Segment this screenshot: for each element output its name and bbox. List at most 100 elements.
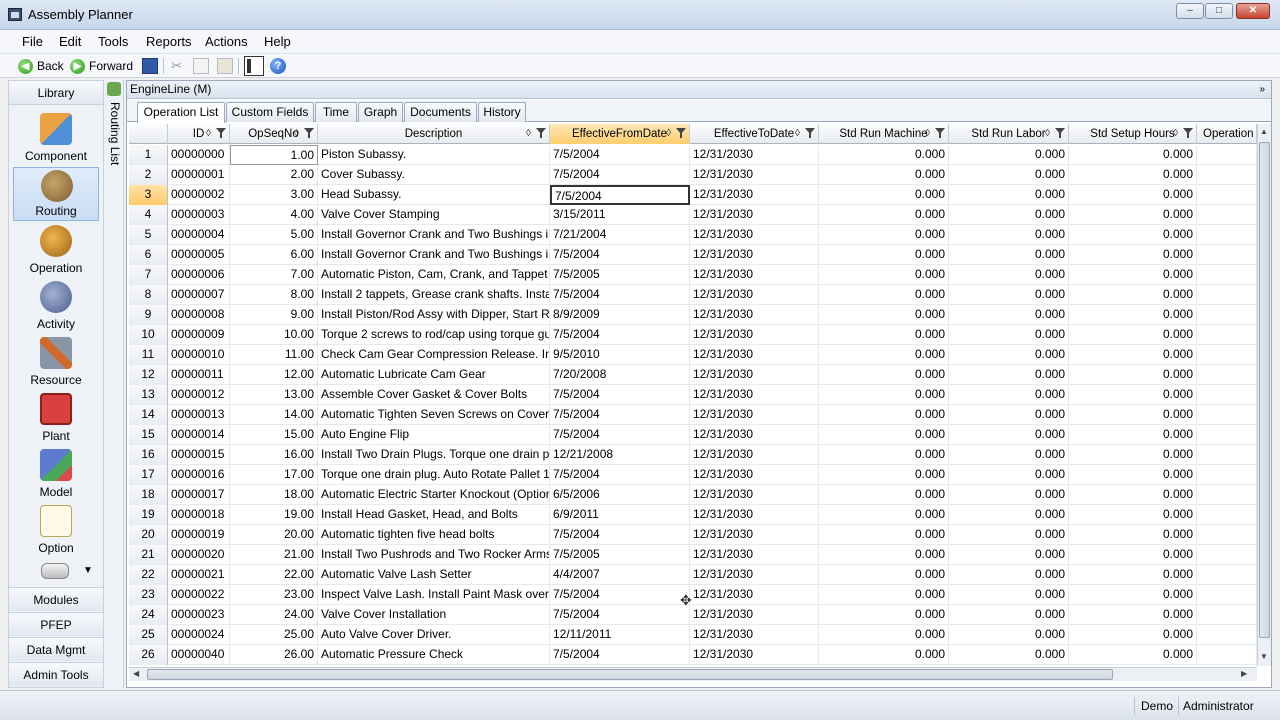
cut-icon[interactable]: ✂ <box>171 58 187 74</box>
menu-file[interactable]: File <box>22 34 43 49</box>
description-cell[interactable]: Automatic Valve Lash Setter <box>318 565 550 585</box>
operation-cell[interactable] <box>1197 265 1257 285</box>
operation-cell[interactable] <box>1197 545 1257 565</box>
table-row[interactable]: 6 00000005 6.00 Install Governor Crank and … <box>129 245 1257 265</box>
opseqno-cell[interactable]: 16.00 <box>230 445 318 465</box>
description-cell[interactable]: Automatic Tighten Seven Screws on Cover <box>318 405 550 425</box>
sort-icon[interactable]: ◊ <box>1045 124 1050 144</box>
std-run-labor-cell[interactable]: 0.000 <box>949 565 1069 585</box>
table-row[interactable]: 20 00000019 20.00 Automatic tighten five he… <box>129 525 1257 545</box>
description-cell[interactable]: Automatic Lubricate Cam Gear <box>318 365 550 385</box>
opseqno-cell[interactable]: 11.00 <box>230 345 318 365</box>
table-row[interactable]: 18 00000017 18.00 Automatic Electric Starte… <box>129 485 1257 505</box>
table-row[interactable]: 11 00000010 11.00 Check Cam Gear Compressio… <box>129 345 1257 365</box>
effective-to-cell[interactable]: 12/31/2030 <box>690 485 819 505</box>
std-setup-hours-cell[interactable]: 0.000 <box>1069 325 1197 345</box>
description-cell[interactable]: Automatic Piston, Cam, Crank, and Tappet… <box>318 265 550 285</box>
std-run-labor-cell[interactable]: 0.000 <box>949 385 1069 405</box>
effective-from-cell[interactable]: 7/5/2004 <box>550 165 690 185</box>
effective-to-cell[interactable]: 12/31/2030 <box>690 345 819 365</box>
std-run-labor-cell[interactable]: 0.000 <box>949 625 1069 645</box>
id-cell[interactable]: 00000011 <box>168 365 230 385</box>
operation-cell[interactable] <box>1197 365 1257 385</box>
id-cell[interactable]: 00000008 <box>168 305 230 325</box>
operation-cell[interactable] <box>1197 645 1257 665</box>
close-button[interactable]: ✕ <box>1236 3 1270 19</box>
opseqno-cell[interactable]: 15.00 <box>230 425 318 445</box>
effective-from-cell[interactable]: 7/5/2004 <box>550 465 690 485</box>
opseqno-cell[interactable]: 26.00 <box>230 645 318 665</box>
filter-icon[interactable] <box>935 128 945 138</box>
back-button[interactable]: ◀ Back <box>18 57 64 75</box>
id-cell[interactable]: 00000009 <box>168 325 230 345</box>
std-setup-hours-cell[interactable]: 0.000 <box>1069 205 1197 225</box>
paste-icon[interactable] <box>217 58 233 74</box>
table-row[interactable]: 7 00000006 7.00 Automatic Piston, Cam, Cran… <box>129 265 1257 285</box>
opseqno-cell[interactable]: 3.00 <box>230 185 318 205</box>
opseqno-cell[interactable]: 13.00 <box>230 385 318 405</box>
id-cell[interactable]: 00000014 <box>168 425 230 445</box>
effective-to-cell[interactable]: 12/31/2030 <box>690 165 819 185</box>
column-header-opseqno[interactable]: OpSeqNo ◊ <box>230 124 318 144</box>
operation-cell[interactable] <box>1197 305 1257 325</box>
sidebar-item-component[interactable]: Component <box>13 111 99 165</box>
std-run-machine-cell[interactable]: 0.000 <box>819 425 949 445</box>
effective-from-cell[interactable]: 7/5/2004 <box>550 285 690 305</box>
std-run-machine-cell[interactable]: 0.000 <box>819 445 949 465</box>
std-run-labor-cell[interactable]: 0.000 <box>949 205 1069 225</box>
std-run-machine-cell[interactable]: 0.000 <box>819 545 949 565</box>
std-run-machine-cell[interactable]: 0.000 <box>819 325 949 345</box>
routing-list-tab[interactable]: Routing List <box>104 80 124 688</box>
tab-history[interactable]: History <box>478 102 526 122</box>
std-run-labor-cell[interactable]: 0.000 <box>949 265 1069 285</box>
effective-from-cell[interactable]: 9/5/2010 <box>550 345 690 365</box>
effective-to-cell[interactable]: 12/31/2030 <box>690 225 819 245</box>
minimize-button[interactable]: ‒ <box>1176 3 1204 19</box>
id-cell[interactable]: 00000003 <box>168 205 230 225</box>
description-cell[interactable]: Install Governor Crank and Two Bushings … <box>318 245 550 265</box>
description-cell[interactable]: Automatic Pressure Check <box>318 645 550 665</box>
effective-to-cell[interactable]: 12/31/2030 <box>690 585 819 605</box>
sort-icon[interactable]: ◊ <box>795 124 800 144</box>
std-setup-hours-cell[interactable]: 0.000 <box>1069 265 1197 285</box>
operation-cell[interactable] <box>1197 625 1257 645</box>
table-row[interactable]: 26 00000040 26.00 Automatic Pressure Check 7… <box>129 645 1257 665</box>
table-row[interactable]: 14 00000013 14.00 Automatic Tighten Seven S… <box>129 405 1257 425</box>
maximize-button[interactable]: □ <box>1205 3 1233 19</box>
effective-to-cell[interactable]: 12/31/2030 <box>690 565 819 585</box>
table-row[interactable]: 19 00000018 19.00 Install Head Gasket, Head… <box>129 505 1257 525</box>
description-cell[interactable]: Cover Subassy. <box>318 165 550 185</box>
description-cell[interactable]: Automatic tighten five head bolts <box>318 525 550 545</box>
std-setup-hours-cell[interactable]: 0.000 <box>1069 565 1197 585</box>
std-run-machine-cell[interactable]: 0.000 <box>819 145 949 165</box>
operation-cell[interactable] <box>1197 285 1257 305</box>
filter-icon[interactable] <box>216 128 226 138</box>
operation-cell[interactable] <box>1197 525 1257 545</box>
forward-button[interactable]: ▶ Forward <box>70 57 133 75</box>
effective-from-cell[interactable]: 3/15/2011 <box>550 205 690 225</box>
description-cell[interactable]: Automatic Electric Starter Knockout (Opt… <box>318 485 550 505</box>
scroll-up-icon[interactable]: ▲ <box>1260 127 1268 136</box>
std-run-labor-cell[interactable]: 0.000 <box>949 405 1069 425</box>
effective-from-cell[interactable]: 7/5/2004 <box>550 325 690 345</box>
std-setup-hours-cell[interactable]: 0.000 <box>1069 485 1197 505</box>
std-run-labor-cell[interactable]: 0.000 <box>949 525 1069 545</box>
library-header[interactable]: Library <box>9 81 103 105</box>
effective-to-cell[interactable]: 12/31/2030 <box>690 465 819 485</box>
std-setup-hours-cell[interactable]: 0.000 <box>1069 465 1197 485</box>
effective-from-cell[interactable]: 6/5/2006 <box>550 485 690 505</box>
table-row[interactable]: 13 00000012 13.00 Assemble Cover Gasket & C… <box>129 385 1257 405</box>
vertical-scroll-thumb[interactable] <box>1259 142 1270 638</box>
effective-from-cell[interactable]: 7/5/2004 <box>550 645 690 665</box>
opseqno-cell[interactable]: 6.00 <box>230 245 318 265</box>
operation-cell[interactable] <box>1197 185 1257 205</box>
copy-icon[interactable] <box>193 58 209 74</box>
effective-from-cell[interactable]: 7/5/2004 <box>550 525 690 545</box>
menu-tools[interactable]: Tools <box>98 34 128 49</box>
operation-cell[interactable] <box>1197 325 1257 345</box>
table-row[interactable]: 25 00000024 25.00 Auto Valve Cover Driver. 1… <box>129 625 1257 645</box>
std-run-machine-cell[interactable]: 0.000 <box>819 505 949 525</box>
std-run-machine-cell[interactable]: 0.000 <box>819 405 949 425</box>
std-setup-hours-cell[interactable]: 0.000 <box>1069 285 1197 305</box>
sidebar-item-plant[interactable]: Plant <box>13 391 99 445</box>
